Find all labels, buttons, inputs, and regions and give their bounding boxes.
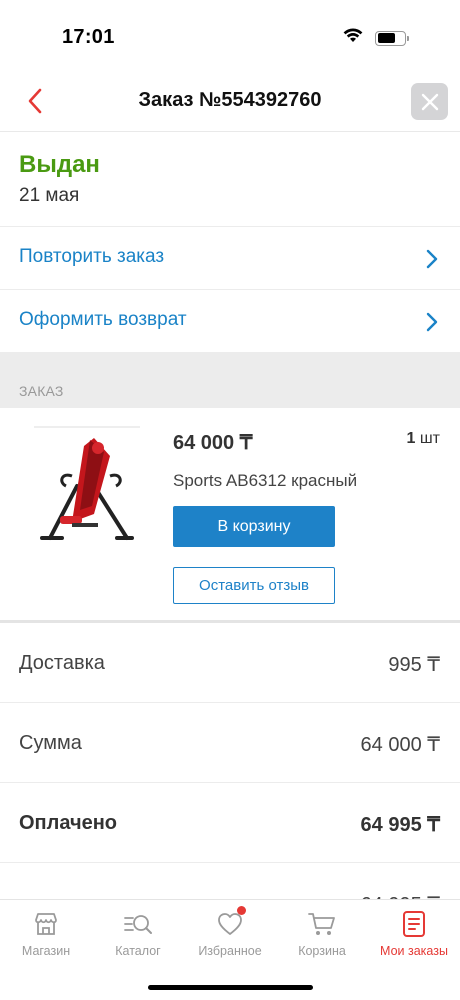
summary-value: 995 ₸ [388, 654, 440, 676]
add-to-cart-button[interactable]: В корзину [173, 506, 335, 547]
wifi-icon [343, 28, 363, 48]
tab-store[interactable]: Магазин [0, 910, 92, 958]
product-image[interactable] [32, 426, 142, 548]
tab-label: Корзина [298, 944, 346, 958]
page-title: Заказ №554392760 [138, 89, 322, 111]
summary-row-paid: Оплачено 64 995 ₸ [0, 783, 460, 863]
summary-value: 64 995 ₸ [360, 814, 440, 836]
store-icon [35, 913, 57, 935]
leave-review-button[interactable]: Оставить отзыв [173, 567, 335, 604]
repeat-order-row[interactable]: Повторить заказ [0, 227, 460, 290]
product-name[interactable]: Sports AB6312 красный [173, 471, 357, 491]
return-order-label: Оформить возврат [19, 309, 187, 330]
catalog-search-icon [124, 915, 152, 934]
quantity-unit: шт [419, 430, 440, 447]
tab-cart[interactable]: Корзина [276, 910, 368, 958]
orders-icon [403, 911, 425, 937]
tab-my-orders[interactable]: Мои заказы [368, 910, 460, 958]
summary-label: Сумма [19, 732, 82, 754]
chevron-right-icon [426, 312, 438, 332]
home-indicator [148, 985, 313, 990]
tab-catalog[interactable]: Каталог [92, 910, 184, 958]
summary-value: 64 000 ₸ [360, 734, 440, 756]
tab-label: Мои заказы [380, 944, 448, 958]
summary-row-sum: Сумма 64 000 ₸ [0, 703, 460, 783]
close-icon [421, 93, 438, 110]
tab-favorites[interactable]: Избранное [184, 906, 276, 958]
status-time: 17:01 [62, 26, 115, 48]
section-separator [0, 353, 460, 408]
order-status-date: 21 мая [19, 185, 80, 206]
section-label: ЗАКАЗ [19, 383, 64, 399]
product-price: 64 000 ₸ [173, 432, 253, 454]
tab-label: Избранное [198, 944, 262, 958]
nav-bar: Заказ №554392760 [0, 70, 460, 132]
order-status-label: Выдан [19, 151, 100, 178]
status-bar: 17:01 [0, 0, 460, 70]
repeat-order-label: Повторить заказ [19, 246, 165, 267]
cart-icon [308, 913, 335, 935]
battery-icon [375, 30, 409, 46]
summary-row-delivery: Доставка 995 ₸ [0, 623, 460, 703]
order-status-block: Выдан 21 мая [0, 132, 460, 227]
chevron-right-icon [426, 249, 438, 269]
product-quantity: 1 шт [406, 430, 440, 448]
summary-label: Доставка [19, 652, 105, 674]
quantity-value: 1 [406, 430, 416, 447]
summary-label: Оплачено [19, 812, 117, 834]
return-order-row[interactable]: Оформить возврат [0, 290, 460, 353]
order-item: 64 000 ₸ 1 шт Sports AB6312 красный В ко… [0, 408, 460, 620]
status-icons [343, 28, 409, 48]
tab-label: Каталог [115, 944, 161, 958]
close-button[interactable] [411, 83, 448, 120]
notification-dot [237, 906, 246, 915]
tab-label: Магазин [21, 944, 71, 958]
